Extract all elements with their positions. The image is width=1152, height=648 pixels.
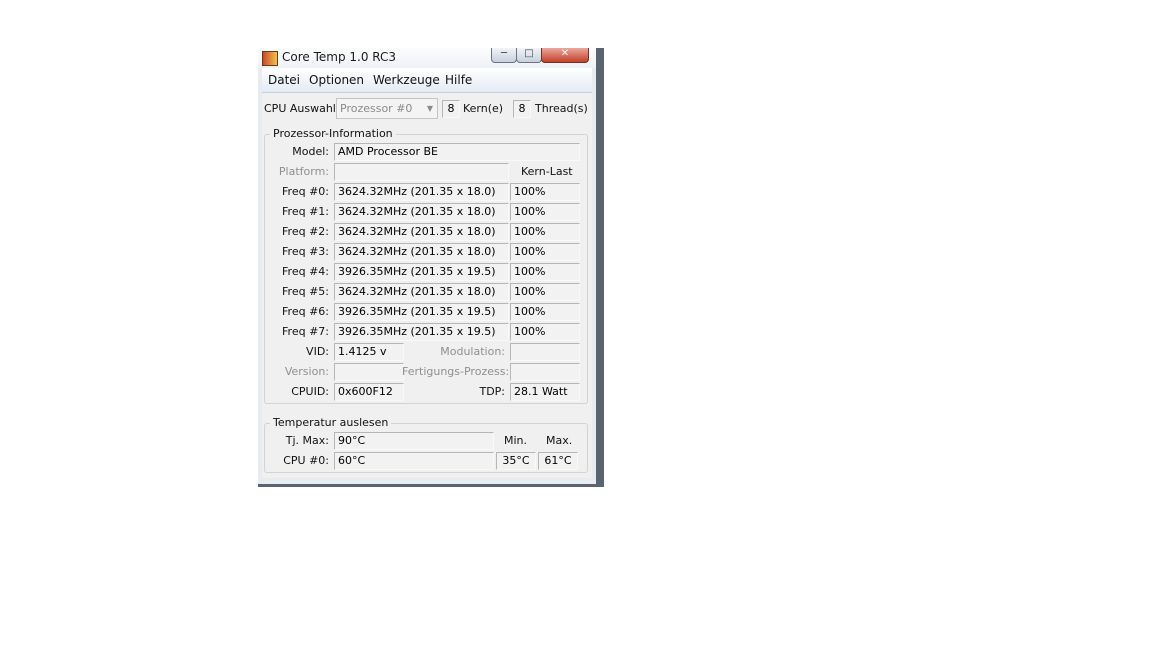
processor-info-title: Prozessor-Information (270, 127, 396, 140)
core-load-value: 100% (510, 183, 580, 201)
core-load-value: 100% (510, 263, 580, 281)
freq-value: 3926.35MHz (201.35 x 19.5) (334, 303, 509, 321)
process-value (510, 363, 580, 381)
modulation-value (510, 343, 580, 361)
processor-select-value: Prozessor #0 (340, 102, 413, 115)
vid-value: 1.4125 v (334, 343, 404, 361)
max-header: Max. (546, 434, 573, 447)
chevron-down-icon: ▼ (426, 104, 433, 113)
tdp-value: 28.1 Watt (510, 383, 580, 401)
freq-value: 3624.32MHz (201.35 x 18.0) (334, 243, 509, 261)
thread-count: 8 (513, 100, 531, 118)
core-load-value: 100% (510, 243, 580, 261)
min-header: Min. (504, 434, 528, 447)
freq-value: 3624.32MHz (201.35 x 18.0) (334, 203, 509, 221)
freq-label: Freq #5: (282, 285, 329, 298)
freq-value: 3624.32MHz (201.35 x 18.0) (334, 283, 509, 301)
cpuid-label: CPUID: (291, 385, 329, 398)
version-label: Version: (284, 365, 329, 378)
window-border-bottom (258, 478, 596, 484)
maximize-button[interactable]: □ (516, 48, 542, 63)
freq-value: 3624.32MHz (201.35 x 18.0) (334, 183, 509, 201)
core-load-value: 100% (510, 303, 580, 321)
freq-label: Freq #0: (282, 185, 329, 198)
freq-label: Freq #3: (282, 245, 329, 258)
freq-label: Freq #6: (282, 305, 329, 318)
tdp-label: TDP: (479, 385, 505, 398)
freq-value: 3926.35MHz (201.35 x 19.5) (334, 323, 509, 341)
cpu-max-temp: 61°C (538, 452, 578, 470)
cpu-min-temp: 35°C (496, 452, 536, 470)
temperature-title: Temperatur auslesen (270, 416, 392, 429)
freq-label: Freq #2: (282, 225, 329, 238)
core-load-value: 100% (510, 283, 580, 301)
processor-select[interactable]: Prozessor #0 ▼ (336, 98, 438, 119)
core-load-value: 100% (510, 203, 580, 221)
cpu-select-label: CPU Auswahl: (264, 102, 340, 115)
cpu-temp-value: 60°C (334, 452, 494, 470)
minimize-icon: ─ (500, 48, 508, 59)
client-area: Datei Optionen Werkzeuge Hilfe CPU Auswa… (262, 68, 592, 478)
menu-optionen[interactable]: Optionen (309, 73, 364, 87)
core-load-header: Kern-Last (521, 165, 573, 178)
menu-datei[interactable]: Datei (268, 73, 300, 87)
model-label: Model: (292, 145, 329, 158)
vid-label: VID: (306, 345, 329, 358)
core-load-value: 100% (510, 323, 580, 341)
version-value (334, 363, 404, 381)
freq-value: 3926.35MHz (201.35 x 19.5) (334, 263, 509, 281)
menu-werkzeuge[interactable]: Werkzeuge (373, 73, 440, 87)
core-count: 8 (442, 100, 460, 118)
freq-label: Freq #7: (282, 325, 329, 338)
threads-label: Thread(s) (535, 102, 588, 115)
platform-label: Platform: (278, 165, 329, 178)
freq-label: Freq #4: (282, 265, 329, 278)
minimize-button[interactable]: ─ (491, 48, 517, 63)
cores-label: Kern(e) (463, 102, 504, 115)
core-temp-window: Core Temp 1.0 RC3 ─ □ ✕ Datei Optionen W… (258, 48, 604, 487)
core-load-value: 100% (510, 223, 580, 241)
title-bar[interactable]: Core Temp 1.0 RC3 ─ □ ✕ (258, 48, 596, 68)
platform-value (334, 163, 509, 181)
cpuid-value: 0x600F12 (334, 383, 404, 401)
freq-label: Freq #1: (282, 205, 329, 218)
maximize-icon: □ (524, 48, 534, 59)
close-button[interactable]: ✕ (541, 48, 589, 63)
menu-hilfe[interactable]: Hilfe (445, 73, 472, 87)
cpu-temp-label: CPU #0: (283, 454, 329, 467)
process-label: Fertigungs-Prozess: (402, 365, 510, 378)
modulation-label: Modulation: (440, 345, 505, 358)
window-title: Core Temp 1.0 RC3 (282, 50, 397, 64)
window-border-right (592, 68, 596, 481)
tjmax-label: Tj. Max: (285, 434, 329, 447)
core-temp-app-icon (262, 51, 278, 66)
model-value: AMD Processor BE (334, 143, 580, 161)
menu-bar: Datei Optionen Werkzeuge Hilfe (262, 68, 592, 93)
freq-value: 3624.32MHz (201.35 x 18.0) (334, 223, 509, 241)
close-icon: ✕ (560, 48, 570, 59)
tjmax-value: 90°C (334, 432, 494, 450)
